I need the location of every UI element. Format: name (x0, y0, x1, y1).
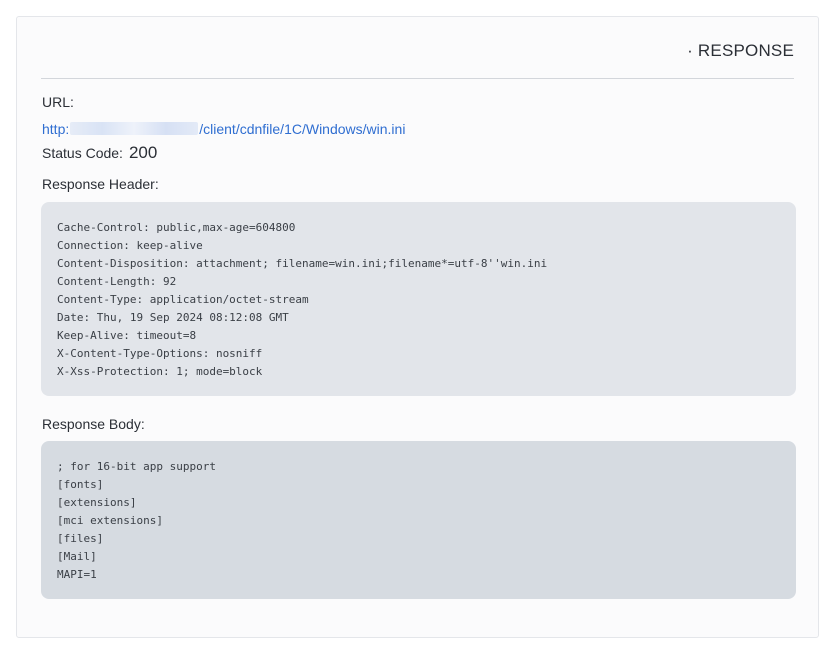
response-panel: · RESPONSE URL: http: /client/cdnfile/1C/… (16, 16, 819, 638)
url-label: URL: (42, 94, 74, 110)
response-header-box[interactable]: Cache-Control: public,max-age=604800 Conn… (41, 202, 796, 396)
code-line: X-Xss-Protection: 1; mode=block (57, 365, 263, 378)
status-code-value: 200 (128, 143, 158, 162)
url-link[interactable]: http: /client/cdnfile/1C/Windows/win.ini (42, 121, 405, 137)
code-line: Content-Disposition: attachment; filenam… (57, 257, 548, 270)
code-line: [Mail] (57, 550, 97, 563)
response-body-label: Response Body: (42, 416, 145, 432)
code-line: X-Content-Type-Options: nosniff (57, 347, 263, 360)
url-path: /client/cdnfile/1C/Windows/win.ini (199, 121, 406, 137)
status-code-row: Status Code: 200 (42, 143, 157, 163)
response-body-box[interactable]: ; for 16-bit app support [fonts] [extensio… (41, 441, 796, 599)
redacted-host (70, 122, 199, 135)
code-line: Connection: keep-alive (57, 239, 203, 252)
code-line: [mci extensions] (57, 514, 163, 527)
url-prefix: http: (42, 121, 70, 137)
code-line: [extensions] (57, 496, 137, 509)
panel-title: · RESPONSE (687, 41, 794, 60)
code-line: [files] (57, 532, 104, 545)
code-line: Content-Type: application/octet-stream (57, 293, 309, 306)
code-line: Date: Thu, 19 Sep 2024 08:12:08 GMT (57, 311, 289, 324)
code-line: [fonts] (57, 478, 104, 491)
panel-header: · RESPONSE (41, 17, 794, 79)
status-code-label: Status Code: (42, 145, 123, 161)
code-line: Keep-Alive: timeout=8 (57, 329, 197, 342)
response-header-label: Response Header: (42, 176, 159, 192)
code-line: Cache-Control: public,max-age=604800 (57, 221, 296, 234)
code-line: Content-Length: 92 (57, 275, 177, 288)
code-line: MAPI=1 (57, 568, 97, 581)
url-value: http: /client/cdnfile/1C/Windows/win.ini (42, 121, 405, 137)
code-line: ; for 16-bit app support (57, 460, 216, 473)
